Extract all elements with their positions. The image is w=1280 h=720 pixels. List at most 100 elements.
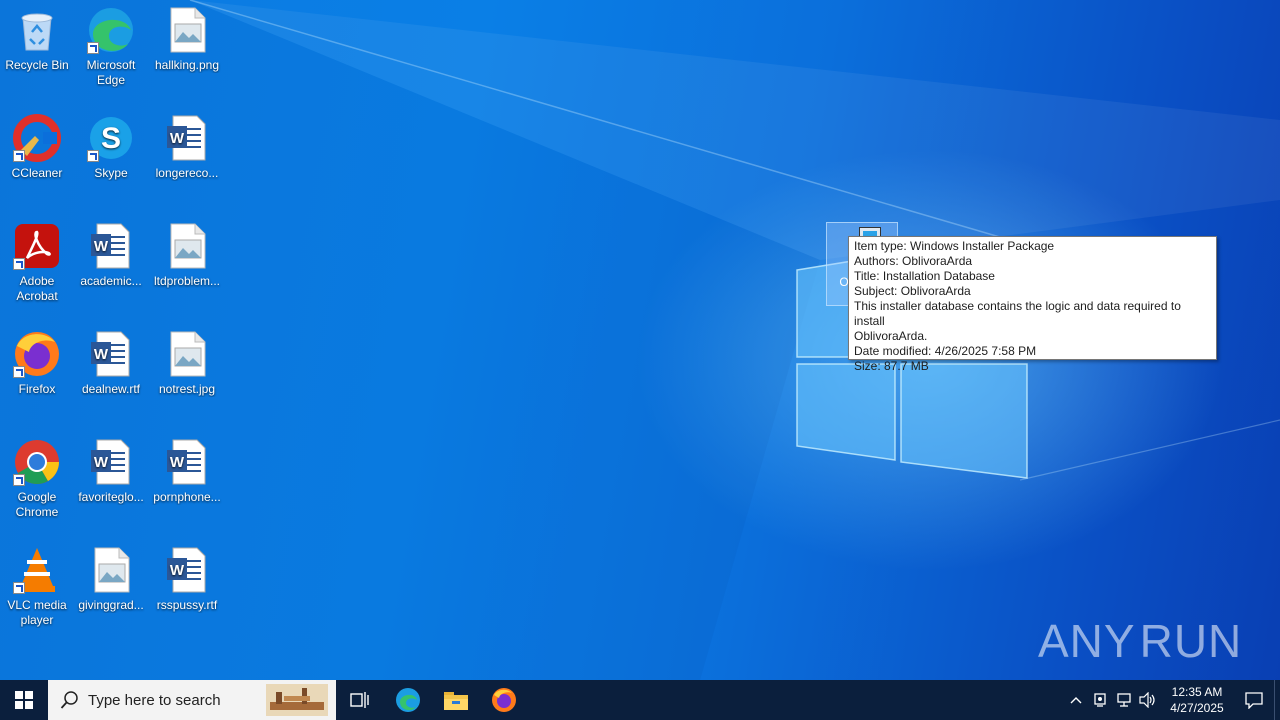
desktop-icon-label: ltdproblem... (153, 274, 221, 288)
svg-text:W: W (170, 454, 185, 471)
desktop-icon-givinggrad[interactable]: givinggrad... (74, 540, 148, 640)
desktop-icon-microsoft-edge[interactable]: Microsoft Edge (74, 0, 148, 100)
start-button[interactable] (0, 680, 48, 720)
tray-app-button[interactable] (1088, 680, 1112, 720)
chevron-up-icon (1070, 697, 1082, 704)
notification-icon (1245, 692, 1263, 709)
speaker-icon (1139, 692, 1155, 708)
firefox-icon (492, 688, 516, 712)
desktop-icon-ltdproblem[interactable]: ltdproblem... (150, 216, 224, 316)
edge-icon (396, 688, 420, 712)
desktop-icon-adobe-acrobat[interactable]: Adobe Acrobat (0, 216, 74, 316)
desktop-icon-pornphone[interactable]: Wpornphone... (150, 432, 224, 532)
taskbar-file-explorer-button[interactable] (432, 680, 480, 720)
clock-date: 4/27/2025 (1170, 701, 1224, 715)
system-tray: 12:35 AM 4/27/2025 (1064, 680, 1280, 720)
edge-icon (87, 6, 135, 54)
svg-text:W: W (94, 346, 109, 363)
acrobat-icon (13, 222, 61, 270)
tooltip-comments-1: This installer database contains the log… (854, 299, 1181, 328)
image-file-icon (87, 546, 135, 594)
file-explorer-icon (444, 692, 468, 710)
desktop-icon-firefox[interactable]: Firefox (0, 324, 74, 424)
desktop-icon-favoriteglo[interactable]: Wfavoriteglo... (74, 432, 148, 532)
tooltip-comments-2: OblivoraArda. (854, 329, 928, 343)
desktop-icon-label: VLC media player (7, 598, 67, 627)
word-doc-icon: W (163, 114, 211, 162)
taskbar-edge-button[interactable] (384, 680, 432, 720)
search-highlight-icon (266, 684, 328, 716)
desktop-icon-label: hallking.png (154, 58, 220, 72)
image-file-icon (163, 222, 211, 270)
windows-logo-icon (15, 691, 33, 709)
taskbar-search-box[interactable]: Type here to search (48, 680, 336, 720)
word-doc-icon: W (163, 546, 211, 594)
desktop-icon-vlc[interactable]: VLC media player (0, 540, 74, 640)
firefox-icon (13, 330, 61, 378)
word-doc-icon: W (87, 438, 135, 486)
shortcut-arrow-icon (13, 474, 25, 486)
desktop-icon-label: Firefox (18, 382, 56, 396)
tooltip-date-modified: Date modified: 4/26/2025 7:58 PM (854, 344, 1037, 358)
desktop-icon-hallking[interactable]: hallking.png (150, 0, 224, 100)
show-desktop-button[interactable] (1274, 680, 1280, 720)
desktop-icon-label: Adobe Acrobat (16, 274, 58, 303)
tooltip-item-type: Item type: Windows Installer Package (854, 239, 1055, 253)
desktop-icon-label: CCleaner (11, 166, 63, 180)
volume-button[interactable] (1136, 680, 1160, 720)
taskbar-clock[interactable]: 12:35 AM 4/27/2025 (1164, 684, 1230, 716)
desktop-icon-label: givinggrad... (78, 598, 144, 612)
vlc-icon (13, 546, 61, 594)
desktop-icon-google-chrome[interactable]: Google Chrome (0, 432, 74, 532)
task-view-button[interactable] (336, 680, 384, 720)
shortcut-arrow-icon (13, 366, 25, 378)
network-button[interactable] (1112, 680, 1136, 720)
taskbar: Type here to search 12:35 AM 4/27/2025 (0, 680, 1280, 720)
desktop-icon-label: rsspussy.rtf (156, 598, 218, 612)
word-doc-icon: W (163, 438, 211, 486)
tooltip-subject: Subject: OblivoraArda (854, 284, 971, 298)
action-center-button[interactable] (1234, 680, 1274, 720)
svg-text:S: S (101, 122, 121, 155)
image-file-icon (163, 330, 211, 378)
svg-text:W: W (170, 562, 185, 579)
desktop-icon-label: Google Chrome (15, 490, 59, 519)
chrome-icon (13, 438, 61, 486)
task-view-icon (350, 692, 369, 708)
word-doc-icon: W (87, 222, 135, 270)
taskbar-firefox-button[interactable] (480, 680, 528, 720)
word-doc-icon: W (87, 330, 135, 378)
desktop-icon-ccleaner[interactable]: CCleaner (0, 108, 74, 208)
anyrun-watermark: ANY RUN (1038, 610, 1241, 672)
watermark-left: ANY (1038, 615, 1136, 667)
desktop-icon-recycle-bin[interactable]: Recycle Bin (0, 0, 74, 100)
recycle-bin-icon (13, 6, 61, 54)
desktop-icon-label: pornphone... (153, 490, 221, 504)
shortcut-arrow-icon (87, 150, 99, 162)
desktop-icon-academic[interactable]: Wacademic... (74, 216, 148, 316)
tooltip-title: Title: Installation Database (854, 269, 995, 283)
shortcut-arrow-icon (13, 150, 25, 162)
svg-text:W: W (94, 454, 109, 471)
search-icon (60, 691, 78, 709)
svg-text:W: W (94, 238, 109, 255)
shortcut-arrow-icon (87, 42, 99, 54)
image-file-icon (163, 6, 211, 54)
desktop-icon-skype[interactable]: S Skype (74, 108, 148, 208)
desktop-icon-label: favoriteglo... (78, 490, 144, 504)
clock-time: 12:35 AM (1171, 685, 1223, 699)
show-hidden-icons-button[interactable] (1064, 680, 1088, 720)
desktop-icon-rsspussy[interactable]: Wrsspussy.rtf (150, 540, 224, 640)
desktop-icon-notrest[interactable]: notrest.jpg (150, 324, 224, 424)
watermark-right: RUN (1139, 615, 1243, 667)
desktop-icon-longereco[interactable]: Wlongereco... (150, 108, 224, 208)
desktop-icon-label: dealnew.rtf (81, 382, 141, 396)
skype-icon: S (87, 114, 135, 162)
device-icon (1094, 693, 1106, 707)
shortcut-arrow-icon (13, 258, 25, 270)
tooltip-authors: Authors: OblivoraArda (854, 254, 973, 268)
desktop-icon-label: longereco... (155, 166, 219, 180)
svg-text:W: W (170, 130, 185, 147)
desktop-icon-dealnew[interactable]: Wdealnew.rtf (74, 324, 148, 424)
desktop-icon-label: notrest.jpg (158, 382, 216, 396)
